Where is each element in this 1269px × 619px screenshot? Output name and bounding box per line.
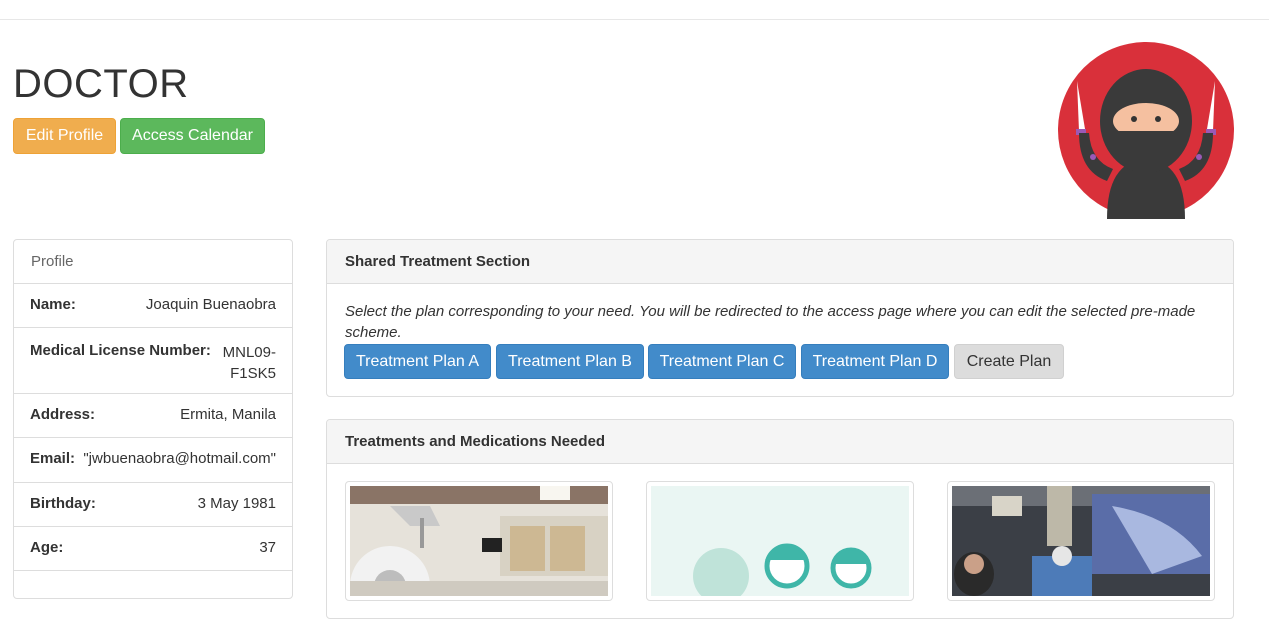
field-label: Name:: [30, 296, 76, 313]
treatment-plan-a-button[interactable]: Treatment Plan A: [344, 344, 491, 379]
people-illustration-image: [651, 486, 909, 596]
profile-row-address: Address: Ermita, Manila: [14, 394, 292, 438]
field-value: 37: [259, 539, 276, 556]
field-value: "jwbuenaobra@hotmail.com": [83, 450, 276, 467]
field-value: 3 May 1981: [197, 495, 276, 512]
shared-treatment-heading: Shared Treatment Section: [327, 240, 1233, 284]
create-plan-button[interactable]: Create Plan: [954, 344, 1064, 379]
profile-row-age: Age: 37: [14, 527, 292, 571]
field-label: Age:: [30, 539, 64, 556]
page-title: DOCTOR: [13, 62, 189, 106]
profile-panel: Profile Name: Joaquin Buenaobra Medical …: [13, 239, 293, 599]
field-label: Birthday:: [30, 495, 96, 512]
shared-treatment-description: Select the plan corresponding to your ne…: [345, 303, 1196, 341]
profile-row-birthday: Birthday: 3 May 1981: [14, 483, 292, 527]
field-label: Medical License Number:: [30, 342, 211, 359]
surgery-room-image: [952, 486, 1210, 596]
treatment-plan-c-button[interactable]: Treatment Plan C: [648, 344, 796, 379]
top-navbar: [0, 0, 1269, 20]
field-value: Ermita, Manila: [180, 406, 276, 423]
treatment-plan-d-button[interactable]: Treatment Plan D: [801, 344, 949, 379]
ninja-avatar-icon: [1057, 41, 1235, 219]
field-label: Address:: [30, 406, 96, 423]
treatment-thumbnail[interactable]: [345, 481, 613, 601]
access-calendar-button[interactable]: Access Calendar: [120, 118, 265, 154]
profile-heading: Profile: [14, 240, 292, 284]
treatment-plan-b-button[interactable]: Treatment Plan B: [496, 344, 644, 379]
shared-treatment-panel: Shared Treatment Section Select the plan…: [326, 239, 1234, 397]
treatments-panel: Treatments and Medications Needed: [326, 419, 1234, 619]
ct-scanner-room-image: [350, 486, 608, 596]
profile-row-name: Name: Joaquin Buenaobra: [14, 284, 292, 328]
field-label: Email:: [30, 450, 76, 467]
profile-row-email: Email: "jwbuenaobra@hotmail.com": [14, 438, 292, 483]
edit-profile-button[interactable]: Edit Profile: [13, 118, 116, 154]
treatments-heading: Treatments and Medications Needed: [327, 420, 1233, 464]
field-value: Joaquin Buenaobra: [145, 296, 276, 313]
treatment-thumbnail[interactable]: [646, 481, 914, 601]
profile-row-license: Medical License Number: MNL09-F1SK5: [14, 328, 292, 394]
field-value: MNL09-F1SK5: [222, 344, 276, 382]
treatment-thumbnail[interactable]: [947, 481, 1215, 601]
